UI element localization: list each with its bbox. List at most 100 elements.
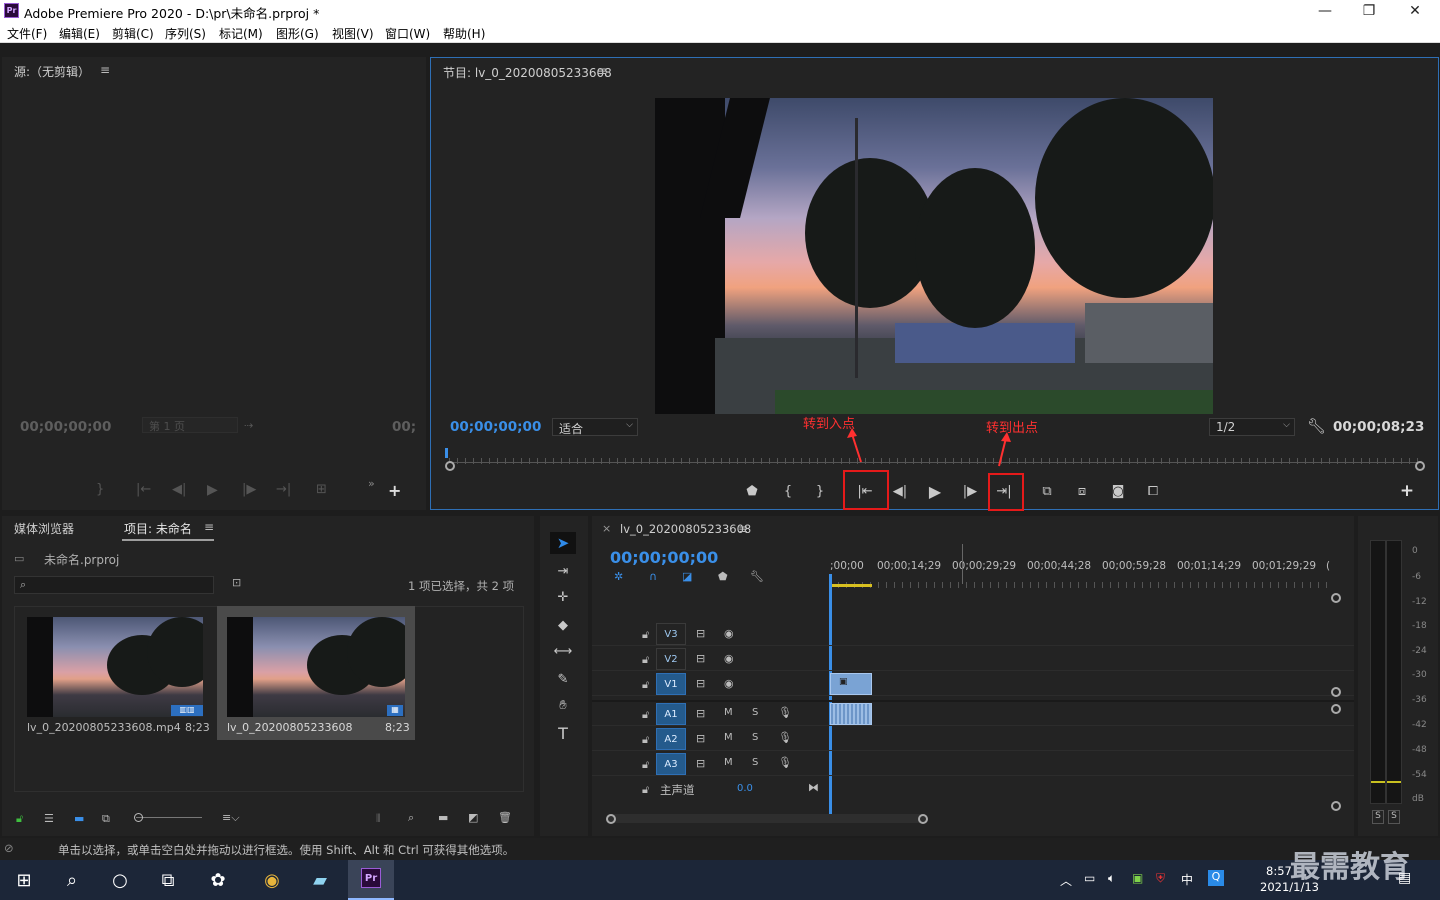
search-icon[interactable]: ⌕ [54,864,90,896]
network-icon[interactable]: ▭ [1084,871,1095,885]
solo-button[interactable]: S [752,732,758,743]
menu-window[interactable]: 窗口(W) [385,25,430,42]
vertical-scroll-handle[interactable] [1331,704,1341,714]
show-hidden-icons-icon[interactable]: ︿ [1060,872,1072,889]
lock-icon[interactable]: 🔓︎ [16,812,23,826]
comparison-view-icon[interactable]: ⧠ [1142,480,1164,502]
source-mark-out-icon[interactable]: } [96,482,104,497]
timeline-ruler[interactable] [830,574,1330,588]
freeform-view-icon[interactable]: ⧉ [102,812,110,826]
vertical-scroll-handle[interactable] [1331,687,1341,697]
source-play-icon[interactable]: ▶ [207,482,218,498]
playhead-marker[interactable] [445,448,448,458]
windows-start-icon[interactable]: ⊞ [6,864,42,896]
vertical-scroll-handle[interactable] [1331,593,1341,603]
track-label-a2[interactable]: A2 [656,728,686,750]
mark-out-icon[interactable]: } [809,480,831,502]
new-item-icon[interactable]: ◩ [468,811,478,824]
icon-view-icon[interactable]: ▬ [74,812,84,825]
notification-icon[interactable]: ▤ [1398,870,1411,886]
file-explorer-icon[interactable]: ▰ [302,864,338,896]
find-icon[interactable]: ⌕ [408,811,414,825]
work-area-bar[interactable] [830,584,872,587]
button-editor-add-icon[interactable]: + [1396,480,1418,502]
task-view-icon[interactable]: ⧉ [150,864,186,896]
close-sequence-icon[interactable]: × [602,522,611,535]
master-volume-value[interactable]: 0.0 [737,783,753,794]
menu-graphics[interactable]: 图形(G) [276,25,319,42]
clock-time[interactable]: 8:57 [1266,864,1292,878]
chrome-icon[interactable]: ◉ [254,864,290,896]
thumbnail-size-slider[interactable] [136,817,202,818]
timeline-timecode[interactable]: 00;00;00;00 [610,548,718,567]
extract-icon[interactable]: ⧈ [1071,480,1093,502]
fit-zoom-select[interactable]: 适合 ⌵ [552,418,638,436]
panel-menu-icon[interactable]: ≡ [738,522,748,536]
add-marker-icon[interactable]: ⬟ [718,570,728,583]
export-frame-camera-icon[interactable]: ◙ [1107,480,1129,502]
panel-menu-icon[interactable]: ≡ [597,64,607,78]
snap-magnet-icon[interactable]: ∩ [649,570,657,583]
razor-tool-icon[interactable]: ◆ [552,614,574,636]
slip-tool-icon[interactable]: ⟷ [552,640,574,662]
track-label-v3[interactable]: V3 [656,623,686,645]
mark-in-icon[interactable]: { [777,480,799,502]
step-forward-icon[interactable]: |▶ [959,480,981,502]
zoom-handle-left[interactable] [445,461,455,471]
track-label-v2[interactable]: V2 [656,648,686,670]
clip-thumbnail-mp4[interactable]: ▥▥ [27,617,203,717]
tab-media-browser[interactable]: 媒体浏览器 [14,520,74,537]
playback-resolution-select[interactable]: 1/2 ⌵ [1209,418,1295,436]
menu-edit[interactable]: 编辑(E) [59,25,100,42]
close-button[interactable]: ✕ [1392,0,1438,22]
program-timecode[interactable]: 00;00;00;00 [450,419,541,435]
type-tool-icon[interactable]: T [552,722,574,744]
project-search-input[interactable]: ⌕ [14,576,214,594]
minimize-button[interactable]: — [1302,0,1348,22]
track-label-v1[interactable]: V1 [656,673,686,695]
ripple-edit-tool-icon[interactable]: ✛ [552,586,574,608]
selection-tool-icon[interactable]: ➤ [550,532,576,554]
input-method-indicator[interactable]: 中 [1181,871,1193,888]
track-label-a1[interactable]: A1 [656,703,686,725]
zoom-handle-right[interactable] [1415,461,1425,471]
solo-left-button[interactable]: S [1372,810,1384,824]
scroll-handle-right[interactable] [918,814,928,824]
wrench-icon[interactable]: 🔧︎ [1307,417,1326,435]
panel-menu-icon[interactable]: ≡ [100,63,110,77]
mute-button[interactable]: M [724,757,733,768]
menu-marker[interactable]: 标记(M) [219,25,263,42]
track-select-tool-icon[interactable]: ⇥ [552,560,574,582]
menu-file[interactable]: 文件(F) [7,25,47,42]
sort-icon[interactable]: ≡⌵ [222,811,240,825]
source-panel-title[interactable]: 源:（无剪辑） [14,63,90,80]
lift-icon[interactable]: ⧉ [1036,480,1058,502]
source-step-back-icon[interactable]: ◀| [172,482,186,497]
tab-project[interactable]: 项目: 未命名 [124,520,192,537]
solo-right-button[interactable]: S [1388,810,1400,824]
maximize-button[interactable]: ❐ [1346,0,1392,22]
source-page-select[interactable]: 第 1 页 [142,417,238,433]
clip-name-mp4[interactable]: lv_0_20200805233608.mp4 [27,721,181,734]
mute-button[interactable]: M [724,707,733,718]
menu-view[interactable]: 视图(V) [332,25,374,42]
video-clip-v1[interactable]: ▣ [830,673,872,695]
source-more-icon[interactable]: » [368,477,375,490]
list-view-icon[interactable]: ☰ [44,812,54,825]
program-video-frame[interactable] [655,98,1213,414]
source-go-out-icon[interactable]: →| [276,482,291,497]
horizontal-scrollbar[interactable] [606,814,926,823]
sequence-name[interactable]: lv_0_20200805233608 [227,721,353,734]
menu-help[interactable]: 帮助(H) [443,25,485,42]
mute-button[interactable]: M [724,732,733,743]
timeline-settings-wrench-icon[interactable]: 🔧︎ [750,570,764,583]
nvidia-icon[interactable]: ▣ [1132,871,1143,885]
cortana-icon[interactable]: ○ [102,864,138,896]
pinwheel-app-icon[interactable]: ✿ [200,864,236,896]
solo-button[interactable]: S [752,707,758,718]
panel-menu-icon[interactable]: ≡ [204,520,214,534]
play-stop-icon[interactable]: ▶ [924,480,946,502]
new-search-bin-icon[interactable]: ⊡ [232,576,241,589]
menu-sequence[interactable]: 序列(S) [165,25,206,42]
sequence-thumbnail[interactable]: ▦ [227,617,405,717]
